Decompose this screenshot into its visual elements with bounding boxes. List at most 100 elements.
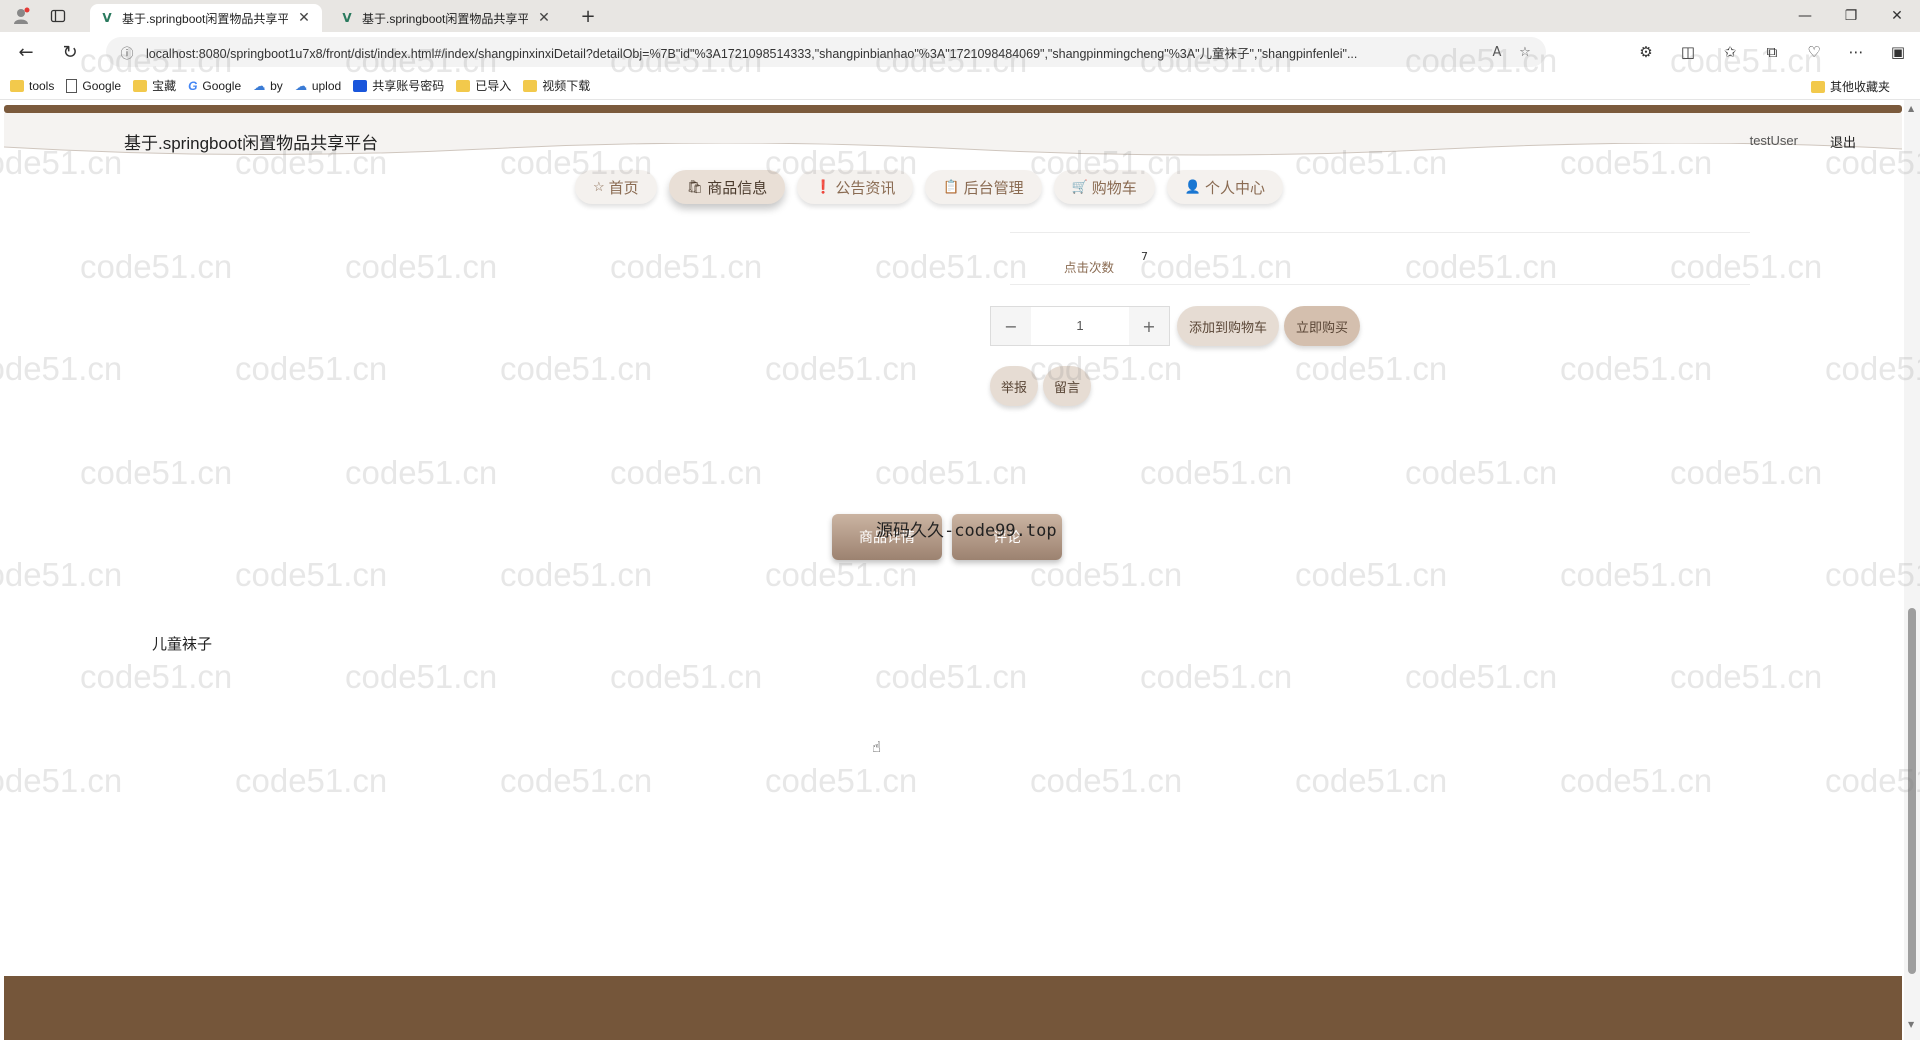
site-title[interactable]: 基于.springboot闲置物品共享平台 <box>124 129 378 154</box>
bookmark-label: tools <box>29 78 55 93</box>
site-info-icon[interactable]: ⓘ <box>118 43 136 62</box>
workspaces-icon[interactable] <box>48 6 68 26</box>
nav-label: 个人中心 <box>1205 179 1266 197</box>
vue-favicon-icon: V <box>102 11 112 25</box>
click-count-value: 7 <box>1141 250 1148 263</box>
clipboard-icon: 📋 <box>943 179 960 194</box>
tab-title: 基于.springboot闲置物品共享平台 <box>362 11 528 26</box>
bookmark-label: Google <box>82 78 122 93</box>
browser-toolbar: ⚙ ◫ ✩ ⧉ ♡ ⋯ ▣ <box>1634 40 1910 64</box>
browser-tab-active[interactable]: V 基于.springboot闲置物品共享平台 ✕ <box>90 4 322 32</box>
bookmark-imported[interactable]: 已导入 <box>456 77 511 94</box>
cloud-icon: ☁ <box>294 78 307 93</box>
add-to-cart-button[interactable]: 添加到购物车 <box>1177 306 1279 346</box>
bookmark-shared-accounts[interactable]: 共享账号密码 <box>353 77 444 94</box>
folder-icon <box>10 79 24 92</box>
bookmark-by[interactable]: ☁ by <box>253 79 283 93</box>
bag-icon: 🛍 <box>686 179 704 194</box>
split-screen-icon[interactable]: ◫ <box>1676 40 1700 64</box>
bookmark-video-download[interactable]: 视频下载 <box>523 77 590 94</box>
favorite-star-icon[interactable]: ☆ <box>1516 43 1534 61</box>
page-icon <box>66 78 78 93</box>
nav-label: 后台管理 <box>963 179 1024 197</box>
folder-icon <box>456 79 471 92</box>
bookmark-label: uplod <box>311 78 342 93</box>
bookmark-label: Google <box>202 78 242 93</box>
close-window-icon[interactable]: ✕ <box>1874 0 1920 32</box>
browser-tab-inactive[interactable]: V 基于.springboot闲置物品共享平台 ✕ <box>330 4 562 32</box>
divider <box>1010 232 1750 233</box>
quantity-stepper: − 1 + <box>990 306 1170 346</box>
bookmark-label: 其他收藏夹 <box>1829 80 1890 94</box>
collections-icon[interactable]: ⧉ <box>1760 40 1784 64</box>
nav-cart[interactable]: 🛒 购物车 <box>1053 170 1155 204</box>
address-bar-row: ← ↻ ⓘ localhost:8080/springboot1u7x8/fro… <box>0 32 1920 72</box>
nav-label: 首页 <box>608 179 639 197</box>
nav-announcements[interactable]: ❗ 公告资讯 <box>797 170 914 204</box>
message-button[interactable]: 留言 <box>1043 366 1091 406</box>
nav-admin[interactable]: 📋 后台管理 <box>925 170 1042 204</box>
logout-link[interactable]: 退出 <box>1830 132 1856 151</box>
info-icon: ❗ <box>815 179 832 194</box>
google-icon: G <box>188 78 198 93</box>
nav-label: 公告资讯 <box>835 179 896 197</box>
cloud-icon: ☁ <box>253 78 266 93</box>
bookmarks-bar: tools Google 宝藏 G Google ☁ by ☁ uplod 共享账号密… <box>0 72 1920 100</box>
divider <box>1010 284 1750 285</box>
reload-icon[interactable]: ↻ <box>58 40 82 64</box>
tab-title: 基于.springboot闲置物品共享平台 <box>122 11 288 26</box>
bookmark-google-2[interactable]: G Google <box>188 79 241 93</box>
browser-essentials-icon[interactable]: ♡ <box>1802 40 1826 64</box>
scroll-up-icon[interactable]: ▲ <box>1908 104 1914 113</box>
page-viewport: 基于.springboot闲置物品共享平台 testUser 退出 ☆ 首页 🛍 商… <box>0 100 1920 1040</box>
extensions-icon[interactable]: ⚙ <box>1634 40 1658 64</box>
url-field[interactable]: ⓘ localhost:8080/springboot1u7x8/front/d… <box>106 37 1546 67</box>
folder-icon <box>523 79 538 92</box>
folder-icon <box>133 79 148 92</box>
new-tab-icon[interactable]: + <box>578 6 598 27</box>
quantity-input[interactable]: 1 <box>1031 307 1129 345</box>
cart-icon: 🛒 <box>1071 179 1088 194</box>
url-text[interactable]: localhost:8080/springboot1u7x8/front/dis… <box>146 43 1478 62</box>
bookmark-tools[interactable]: tools <box>10 79 54 93</box>
folder-icon <box>1810 80 1825 93</box>
read-aloud-icon[interactable]: A <box>1488 43 1506 61</box>
star-icon: ☆ <box>593 179 605 194</box>
overlay-watermark: 源码久久-code99.top <box>876 521 1057 541</box>
report-button[interactable]: 举报 <box>990 366 1038 406</box>
scroll-thumb[interactable] <box>1908 608 1916 974</box>
buy-now-button[interactable]: 立即购买 <box>1284 306 1360 346</box>
favorites-icon[interactable]: ✩ <box>1718 40 1742 64</box>
site-header: 基于.springboot闲置物品共享平台 testUser 退出 <box>4 113 1902 173</box>
browser-tab-bar: V 基于.springboot闲置物品共享平台 ✕ V 基于.springboo… <box>0 0 1920 32</box>
nav-label: 商品信息 <box>707 179 768 197</box>
user-icon: 👤 <box>1184 179 1201 194</box>
page-scrollbar[interactable]: ▲ ▼ <box>1904 100 1920 1040</box>
bookmark-baozang[interactable]: 宝藏 <box>133 77 176 94</box>
nav-personal-center[interactable]: 👤 个人中心 <box>1166 170 1284 204</box>
close-tab-icon[interactable]: ✕ <box>296 10 312 26</box>
nav-label: 购物车 <box>1091 179 1137 197</box>
app-icon <box>353 79 368 92</box>
site-footer <box>4 976 1902 1040</box>
bookmark-google[interactable]: Google <box>66 78 122 93</box>
window-controls: — ❐ ✕ <box>1782 0 1920 32</box>
scroll-down-icon[interactable]: ▼ <box>1908 1020 1914 1029</box>
close-tab-icon[interactable]: ✕ <box>536 10 552 26</box>
bookmark-other-favorites[interactable]: 其他收藏夹 <box>1810 78 1890 95</box>
nav-product-info[interactable]: 🛍 商品信息 <box>668 170 786 204</box>
increase-quantity-button[interactable]: + <box>1129 307 1169 345</box>
more-menu-icon[interactable]: ⋯ <box>1844 40 1868 64</box>
main-nav: ☆ 首页 🛍 商品信息 ❗ 公告资讯 📋 后台管理 🛒 购物车 👤 个人中心 <box>575 170 1284 204</box>
restore-icon[interactable]: ❐ <box>1828 0 1874 32</box>
current-user[interactable]: testUser <box>1750 133 1798 148</box>
profile-icon[interactable] <box>10 5 32 27</box>
nav-home[interactable]: ☆ 首页 <box>575 170 657 204</box>
decrease-quantity-button[interactable]: − <box>991 307 1031 345</box>
hand-cursor-icon: ☝ <box>872 738 882 756</box>
bookmark-uplod[interactable]: ☁ uplod <box>295 79 341 93</box>
minimize-icon[interactable]: — <box>1782 0 1828 32</box>
sidebar-toggle-icon[interactable]: ▣ <box>1886 40 1910 64</box>
back-icon[interactable]: ← <box>14 40 38 64</box>
bookmark-label: 已导入 <box>475 79 512 93</box>
